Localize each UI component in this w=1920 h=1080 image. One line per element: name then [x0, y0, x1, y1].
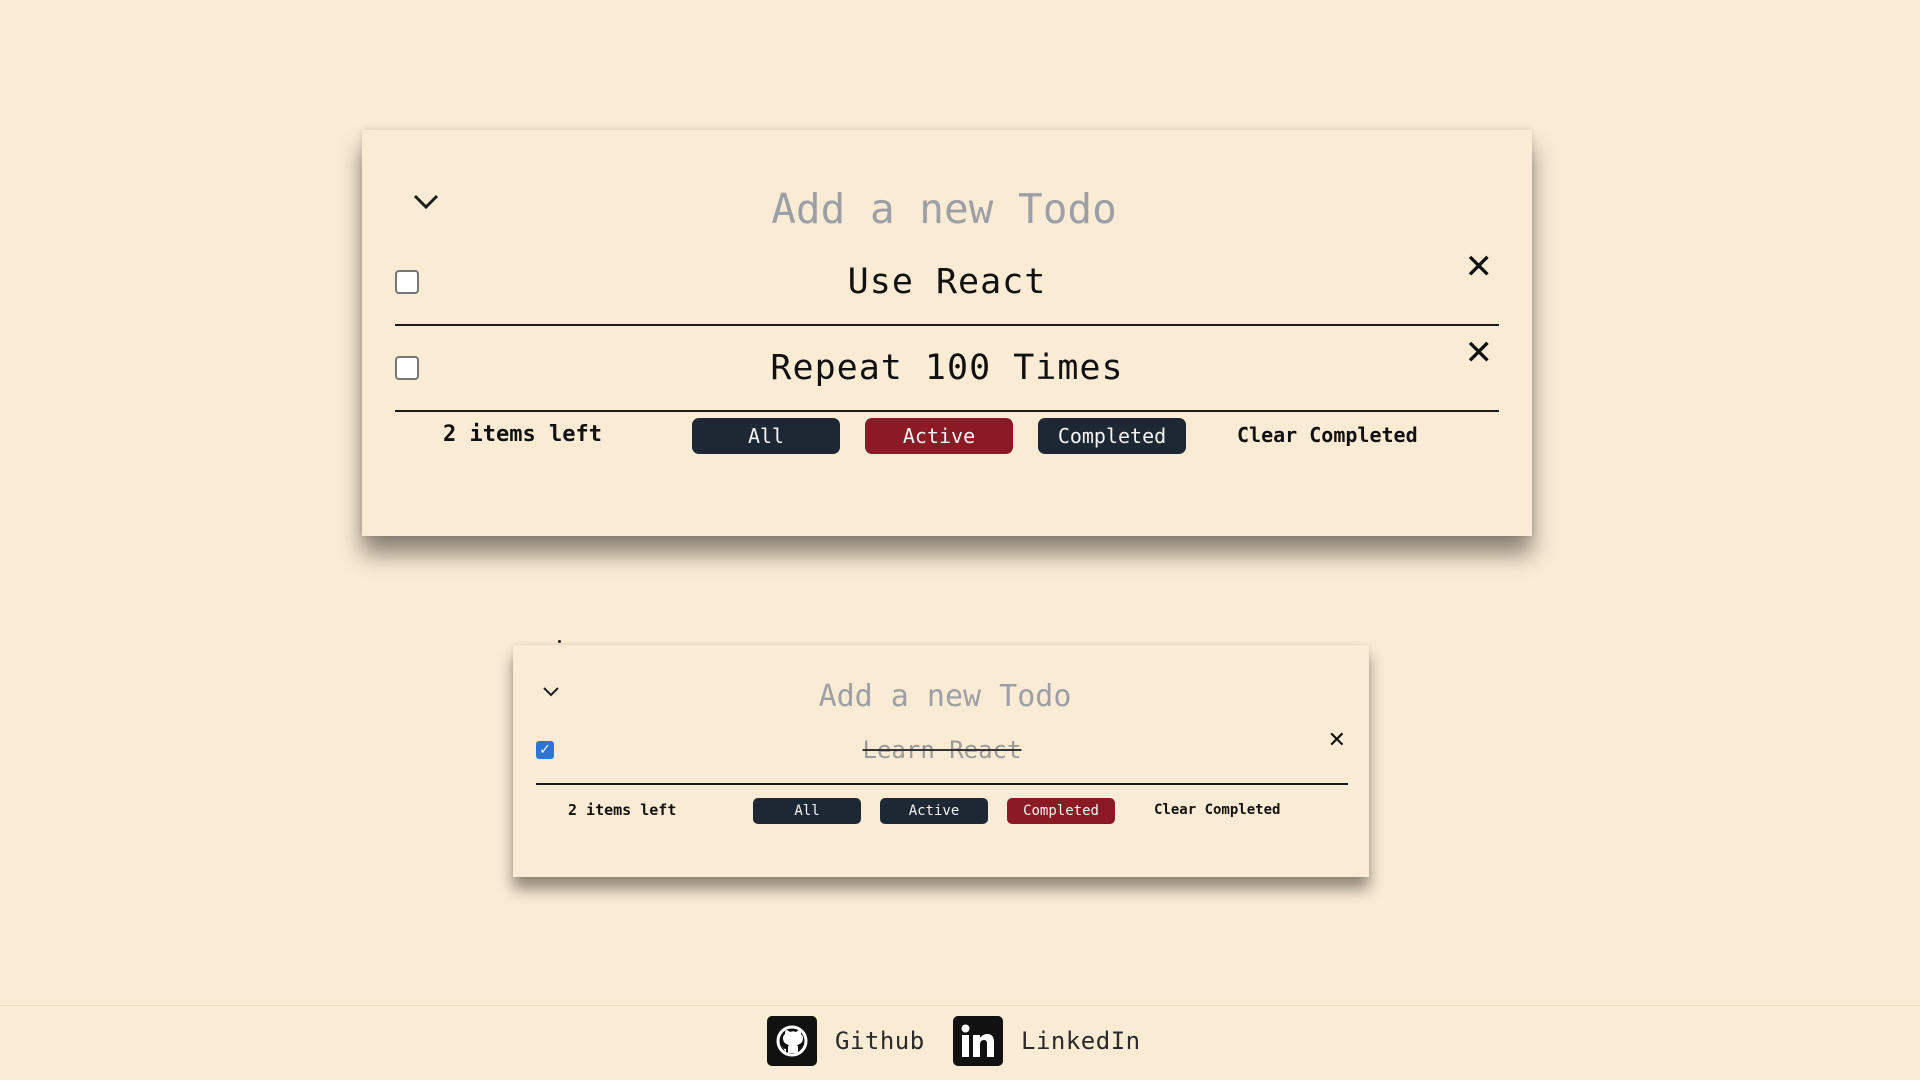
todo-card-large: Use React ✕ Repeat 100 Times ✕ 2 items l… — [362, 130, 1532, 536]
page-footer: Github LinkedIn — [0, 1005, 1920, 1080]
todo-footer: 2 items left All Active Completed Clear … — [536, 793, 1348, 827]
filter-all-button[interactable]: All — [753, 798, 861, 824]
github-icon — [767, 1016, 817, 1066]
linkedin-link-label: LinkedIn — [1021, 1027, 1141, 1055]
new-todo-input[interactable] — [472, 170, 1416, 248]
filter-active-button[interactable]: Active — [880, 798, 988, 824]
filter-completed-button[interactable]: Completed — [1007, 798, 1115, 824]
new-todo-input[interactable] — [593, 672, 1297, 720]
clear-completed-button[interactable]: Clear Completed — [1154, 793, 1280, 827]
todo-text[interactable]: Repeat 100 Times — [455, 326, 1439, 410]
todo-item: Use React ✕ — [395, 240, 1499, 326]
chevron-down-icon — [413, 194, 439, 210]
github-link-label: Github — [835, 1027, 925, 1055]
filter-completed-button[interactable]: Completed — [1038, 418, 1186, 454]
todo-item: ✓ Learn React ✕ — [536, 725, 1348, 785]
todo-text[interactable]: Use React — [455, 240, 1439, 324]
page: Use React ✕ Repeat 100 Times ✕ 2 items l… — [0, 0, 1920, 1080]
filter-active-button[interactable]: Active — [865, 418, 1013, 454]
items-left-count: 2 items left — [443, 422, 602, 447]
filter-all-button[interactable]: All — [692, 418, 840, 454]
toggle-all-button[interactable] — [533, 680, 569, 704]
todo-card-small: ✓ Learn React ✕ 2 items left All Active … — [513, 645, 1369, 877]
stray-dot — [558, 640, 561, 643]
todo-checkbox[interactable] — [395, 356, 419, 380]
todo-text[interactable]: Learn React — [586, 735, 1298, 765]
todo-item: Repeat 100 Times ✕ — [395, 326, 1499, 412]
todo-footer: 2 items left All Active Completed Clear … — [395, 410, 1499, 460]
todo-checkbox-checked[interactable]: ✓ — [536, 741, 554, 759]
clear-completed-button[interactable]: Clear Completed — [1237, 410, 1418, 460]
toggle-all-button[interactable] — [396, 182, 456, 222]
github-link[interactable]: Github — [767, 1016, 925, 1066]
close-icon[interactable]: ✕ — [1328, 730, 1346, 752]
chevron-down-icon — [543, 687, 559, 697]
items-left-count: 2 items left — [568, 801, 677, 819]
linkedin-icon — [953, 1016, 1003, 1066]
todo-checkbox[interactable] — [395, 270, 419, 294]
linkedin-link[interactable]: LinkedIn — [953, 1016, 1141, 1066]
close-icon[interactable]: ✕ — [1465, 250, 1494, 284]
close-icon[interactable]: ✕ — [1465, 336, 1494, 370]
